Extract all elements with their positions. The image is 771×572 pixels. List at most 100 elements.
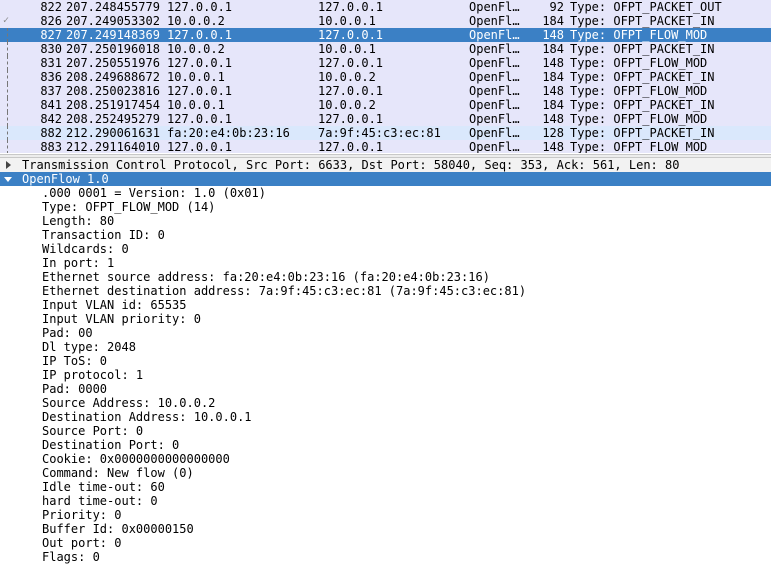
packet-row[interactable]: 836 208.249688672 10.0.0.1 10.0.0.2 OpenFl… 1… — [0, 70, 771, 84]
tree-field-label: Command: New flow (0) — [42, 466, 194, 480]
packet-length: 92 — [549, 0, 564, 14]
related-packet-line — [7, 56, 8, 70]
tree-field-label: Ethernet source address: fa:20:e4:0b:23:… — [42, 270, 490, 284]
tree-field-row[interactable]: In port: 1 — [0, 256, 771, 270]
tree-field-label: Length: 80 — [42, 214, 115, 228]
packet-row[interactable]: 882 212.290061631 fa:20:e4:0b:23:16 7a:9f:4… — [0, 126, 771, 140]
packet-number: 836 — [40, 70, 62, 84]
tree-field-row[interactable]: Dl type: 2048 — [0, 340, 771, 354]
related-packet-line — [7, 42, 8, 56]
packet-destination: 10.0.0.2 — [318, 98, 376, 112]
tree-field-row[interactable]: IP protocol: 1 — [0, 368, 771, 382]
tree-field-row[interactable]: hard time-out: 0 — [0, 494, 771, 508]
related-packet-line — [7, 140, 8, 153]
tree-field-row[interactable]: Input VLAN priority: 0 — [0, 312, 771, 326]
packet-protocol: OpenFl… — [469, 84, 520, 98]
packet-number: 830 — [40, 42, 62, 56]
tree-field-row[interactable]: Transaction ID: 0 — [0, 228, 771, 242]
packet-number: 842 — [40, 112, 62, 126]
packet-row[interactable]: ✓ 826 207.249053302 10.0.0.2 10.0.0.1 OpenFl…… — [0, 14, 771, 28]
tree-field-row[interactable]: Ethernet destination address: 7a:9f:45:c… — [0, 284, 771, 298]
related-packet-check-icon: ✓ — [3, 15, 10, 26]
packet-number: 826 — [40, 14, 62, 28]
tree-field-row[interactable]: Ethernet source address: fa:20:e4:0b:23:… — [0, 270, 771, 284]
tree-field-label: Flags: 0 — [42, 550, 100, 564]
packet-row[interactable]: 830 207.250196018 10.0.0.2 10.0.0.1 OpenFl… 1… — [0, 42, 771, 56]
packet-row[interactable]: 841 208.251917454 10.0.0.1 10.0.0.2 OpenFl… 1… — [0, 98, 771, 112]
tree-item-openflow[interactable]: OpenFlow 1.0 — [0, 172, 771, 186]
packet-destination: 10.0.0.1 — [318, 42, 376, 56]
tree-field-label: Input VLAN priority: 0 — [42, 312, 201, 326]
tree-field-row[interactable]: Flags: 0 — [0, 550, 771, 564]
tree-field-row[interactable]: Out port: 0 — [0, 536, 771, 550]
tree-field-row[interactable]: Wildcards: 0 — [0, 242, 771, 256]
packet-source: 127.0.0.1 — [167, 56, 233, 70]
tree-field-row[interactable]: Destination Address: 10.0.0.1 — [0, 410, 771, 424]
tree-field-label: Pad: 0000 — [42, 382, 108, 396]
packet-row[interactable]: 883 212.291164010 127.0.0.1 127.0.0.1 OpenFl… — [0, 140, 771, 153]
tree-field-row[interactable]: Cookie: 0x0000000000000000 — [0, 452, 771, 466]
tree-field-label: Out port: 0 — [42, 536, 122, 550]
packet-source: 127.0.0.1 — [167, 112, 233, 126]
packet-time: 208.252495279 — [66, 112, 160, 126]
tree-field-row[interactable]: IP ToS: 0 — [0, 354, 771, 368]
tree-field-label: Source Port: 0 — [42, 424, 144, 438]
packet-list: 822 207.248455779 127.0.0.1 127.0.0.1 OpenFl… — [0, 0, 771, 153]
tree-field-row[interactable]: Priority: 0 — [0, 508, 771, 522]
tree-field-row[interactable]: Pad: 00 — [0, 326, 771, 340]
packet-row[interactable]: 842 208.252495279 127.0.0.1 127.0.0.1 OpenFl… — [0, 112, 771, 126]
packet-number: 883 — [40, 140, 62, 153]
packet-row[interactable]: 827 207.249148369 127.0.0.1 127.0.0.1 OpenFl… — [0, 28, 771, 42]
packet-length: 148 — [542, 112, 564, 126]
packet-time: 208.249688672 — [66, 70, 160, 84]
packet-destination: 127.0.0.1 — [318, 140, 384, 153]
packet-protocol: OpenFl… — [469, 70, 520, 84]
packet-length: 184 — [542, 14, 564, 28]
packet-number: 831 — [40, 56, 62, 70]
tree-field-row[interactable]: Length: 80 — [0, 214, 771, 228]
packet-info: Type: OFPT_FLOW_MOD — [570, 112, 708, 126]
packet-row[interactable]: 831 207.250551976 127.0.0.1 127.0.0.1 OpenFl… — [0, 56, 771, 70]
tree-field-label: Wildcards: 0 — [42, 242, 129, 256]
tree-field-row[interactable]: Input VLAN id: 65535 — [0, 298, 771, 312]
packet-destination: 127.0.0.1 — [318, 84, 384, 98]
related-packet-line — [7, 84, 8, 98]
tree-field-label: Type: OFPT_FLOW_MOD (14) — [42, 200, 216, 214]
tree-field-row[interactable]: Idle time-out: 60 — [0, 480, 771, 494]
tree-field-label: Pad: 00 — [42, 326, 93, 340]
packet-length: 184 — [542, 42, 564, 56]
expand-arrow-right-icon[interactable] — [3, 158, 15, 172]
packet-length: 148 — [542, 84, 564, 98]
tree-field-row[interactable]: .000 0001 = Version: 1.0 (0x01) — [0, 186, 771, 200]
packet-source: 127.0.0.1 — [167, 140, 233, 153]
tree-field-row[interactable]: Buffer Id: 0x00000150 — [0, 522, 771, 536]
packet-protocol: OpenFl… — [469, 112, 520, 126]
packet-number: 841 — [40, 98, 62, 112]
related-packet-line — [7, 28, 8, 42]
tree-field-row[interactable]: Source Port: 0 — [0, 424, 771, 438]
packet-row[interactable]: 837 208.250023816 127.0.0.1 127.0.0.1 OpenFl… — [0, 84, 771, 98]
tree-field-label: IP protocol: 1 — [42, 368, 144, 382]
tree-field-label: IP ToS: 0 — [42, 354, 108, 368]
related-packet-line — [7, 112, 8, 126]
packet-protocol: OpenFl… — [469, 42, 520, 56]
packet-info: Type: OFPT_PACKET_IN — [570, 98, 715, 112]
tree-field-row[interactable]: Type: OFPT_FLOW_MOD (14) — [0, 200, 771, 214]
packet-protocol: OpenFl… — [469, 140, 520, 153]
packet-source: 10.0.0.2 — [167, 42, 225, 56]
tree-item-tcp[interactable]: Transmission Control Protocol, Src Port:… — [0, 158, 771, 172]
packet-info: Type: OFPT_PACKET_IN — [570, 42, 715, 56]
tree-field-row[interactable]: Destination Port: 0 — [0, 438, 771, 452]
packet-length: 184 — [542, 70, 564, 84]
packet-row[interactable]: 822 207.248455779 127.0.0.1 127.0.0.1 OpenFl… — [0, 0, 771, 14]
packet-info: Type: OFPT_PACKET_OUT — [570, 0, 722, 14]
packet-length: 184 — [542, 98, 564, 112]
packet-destination: 10.0.0.1 — [318, 14, 376, 28]
tree-field-row[interactable]: Command: New flow (0) — [0, 466, 771, 480]
collapse-arrow-down-icon[interactable] — [3, 172, 15, 186]
packet-number: 882 — [40, 126, 62, 140]
packet-destination: 127.0.0.1 — [318, 112, 384, 126]
tree-field-row[interactable]: Pad: 0000 — [0, 382, 771, 396]
tree-field-label: Cookie: 0x0000000000000000 — [42, 452, 230, 466]
tree-field-row[interactable]: Source Address: 10.0.0.2 — [0, 396, 771, 410]
